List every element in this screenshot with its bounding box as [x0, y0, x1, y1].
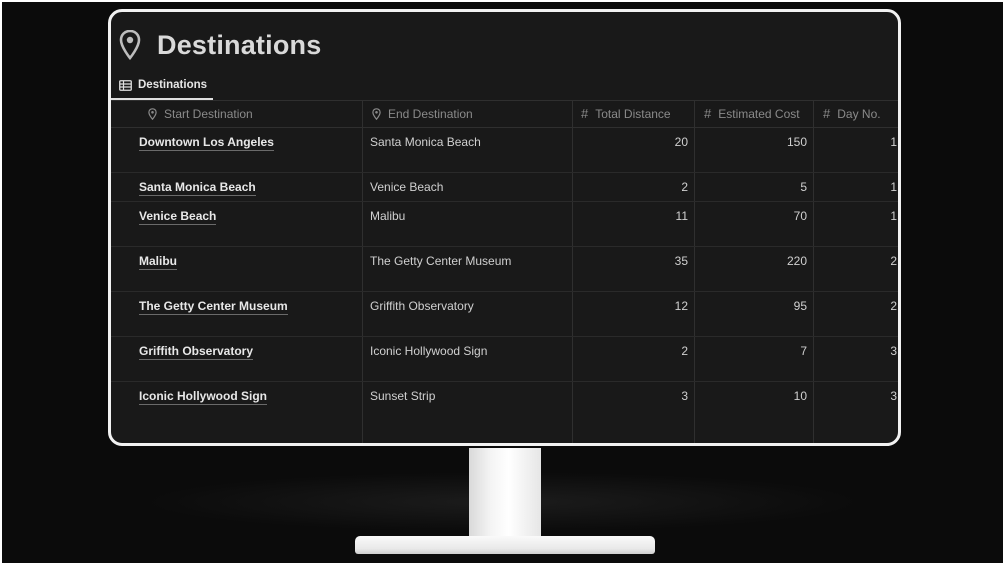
table-row[interactable]: Malibu The Getty Center Museum 35 220 2	[111, 247, 898, 292]
table-row[interactable]: Iconic Hollywood Sign Sunset Strip 3 10 …	[111, 382, 898, 443]
table-row[interactable]: Downtown Los Angeles Santa Monica Beach …	[111, 128, 898, 173]
column-label: Estimated Cost	[718, 106, 800, 121]
cell-cost[interactable]: 10	[695, 382, 814, 443]
cell-start[interactable]: Griffith Observatory	[111, 337, 362, 381]
cell-cost[interactable]: 7	[695, 337, 814, 381]
monitor-stand-neck	[469, 448, 541, 548]
tab-destinations[interactable]: Destinations	[111, 72, 214, 100]
cell-distance[interactable]: 12	[573, 292, 695, 336]
cell-end[interactable]: Malibu	[363, 202, 573, 246]
cell-start[interactable]: Venice Beach	[111, 202, 362, 246]
start-destination-link[interactable]: Santa Monica Beach	[139, 180, 256, 196]
cell-cost[interactable]: 5	[695, 173, 814, 201]
start-destination-link[interactable]: Iconic Hollywood Sign	[139, 389, 268, 405]
column-header-start-destination[interactable]: Start Destination	[111, 100, 362, 127]
cell-end[interactable]: Venice Beach	[363, 173, 573, 201]
cell-distance[interactable]: 3	[573, 382, 695, 443]
cell-cost[interactable]: 95	[695, 292, 814, 336]
page-header: Destinations	[119, 25, 321, 65]
table-row[interactable]: Griffith Observatory Iconic Hollywood Si…	[111, 337, 898, 382]
cell-start[interactable]: Malibu	[111, 247, 362, 291]
cell-cost[interactable]: 150	[695, 128, 814, 172]
cell-start[interactable]: Iconic Hollywood Sign	[111, 382, 362, 443]
column-label: Day No.	[837, 106, 881, 121]
start-destination-link[interactable]: Malibu	[139, 254, 177, 270]
table-row[interactable]: The Getty Center Museum Griffith Observa…	[111, 292, 898, 337]
table-header: Start Destination End Destination # Tota…	[111, 100, 898, 128]
monitor-screen: Destinations Destinations Start Destinat…	[108, 9, 901, 446]
cell-start[interactable]: Santa Monica Beach	[111, 173, 362, 201]
column-label: End Destination	[388, 106, 473, 121]
table-row[interactable]: Santa Monica Beach Venice Beach 2 5 1	[111, 173, 898, 202]
column-label: Total Distance	[595, 106, 671, 121]
column-header-end-destination[interactable]: End Destination	[363, 100, 573, 127]
cell-start[interactable]: The Getty Center Museum	[111, 292, 362, 336]
cell-end[interactable]: The Getty Center Museum	[363, 247, 573, 291]
cell-distance[interactable]: 20	[573, 128, 695, 172]
number-icon: #	[704, 106, 712, 121]
cell-day[interactable]: 2	[814, 292, 898, 336]
cell-distance[interactable]: 35	[573, 247, 695, 291]
column-header-estimated-cost[interactable]: # Estimated Cost	[695, 100, 814, 127]
map-pin-icon	[148, 107, 157, 120]
presentation-frame: Destinations Destinations Start Destinat…	[2, 2, 1003, 563]
column-header-total-distance[interactable]: # Total Distance	[573, 100, 695, 127]
monitor-stand-base	[355, 536, 655, 554]
cell-end[interactable]: Santa Monica Beach	[363, 128, 573, 172]
cell-day[interactable]: 1	[814, 173, 898, 201]
cell-cost[interactable]: 220	[695, 247, 814, 291]
table-icon	[119, 79, 132, 91]
cell-day[interactable]: 3	[814, 337, 898, 381]
cell-start[interactable]: Downtown Los Angeles	[111, 128, 362, 172]
map-pin-icon	[119, 30, 141, 60]
cell-distance[interactable]: 2	[573, 337, 695, 381]
view-tabbar: Destinations	[111, 72, 898, 101]
cell-day[interactable]: 2	[814, 247, 898, 291]
table-row[interactable]: Venice Beach Malibu 11 70 1	[111, 202, 898, 247]
destinations-table: Start Destination End Destination # Tota…	[111, 100, 898, 443]
cell-end[interactable]: Sunset Strip	[363, 382, 573, 443]
cell-distance[interactable]: 11	[573, 202, 695, 246]
column-header-day-no[interactable]: # Day No.	[814, 100, 898, 127]
number-icon: #	[581, 106, 589, 121]
cell-day[interactable]: 1	[814, 128, 898, 172]
cell-day[interactable]: 3	[814, 382, 898, 443]
page-title: Destinations	[157, 29, 322, 60]
cell-end[interactable]: Griffith Observatory	[363, 292, 573, 336]
cell-distance[interactable]: 2	[573, 173, 695, 201]
column-label: Start Destination	[164, 106, 253, 121]
cell-cost[interactable]: 70	[695, 202, 814, 246]
cell-end[interactable]: Iconic Hollywood Sign	[363, 337, 573, 381]
map-pin-icon	[372, 107, 381, 120]
cell-day[interactable]: 1	[814, 202, 898, 246]
start-destination-link[interactable]: Downtown Los Angeles	[139, 135, 274, 151]
start-destination-link[interactable]: The Getty Center Museum	[139, 299, 288, 315]
start-destination-link[interactable]: Griffith Observatory	[139, 344, 254, 360]
tab-label: Destinations	[138, 79, 208, 91]
number-icon: #	[823, 106, 831, 121]
start-destination-link[interactable]: Venice Beach	[139, 209, 217, 225]
